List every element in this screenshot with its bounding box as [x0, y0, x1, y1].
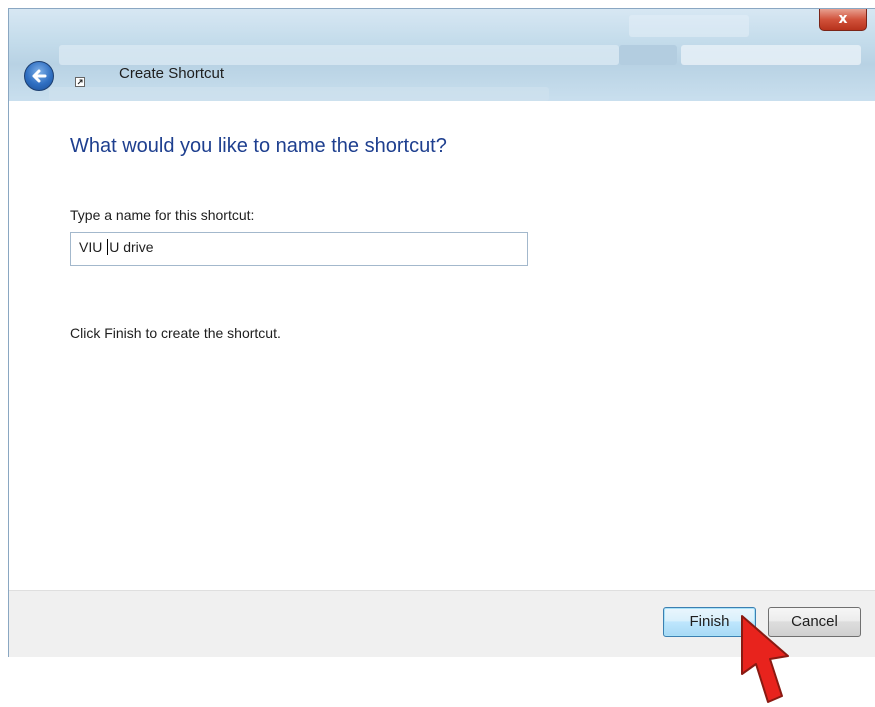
input-text-before-caret: VIU [79, 239, 107, 255]
wizard-content: What would you like to name the shortcut… [9, 101, 875, 590]
blurred-refresh-area [619, 45, 677, 65]
close-icon: x [838, 11, 848, 27]
window-title: Create Shortcut [119, 65, 225, 82]
shortcut-name-label: Type a name for this shortcut: [70, 207, 255, 223]
blurred-glass-highlight [629, 15, 749, 37]
back-button[interactable] [24, 61, 54, 91]
shortcut-name-input[interactable]: VIU U drive [70, 232, 528, 266]
blurred-address-bar [59, 45, 619, 65]
close-button[interactable]: x [819, 9, 867, 31]
finish-instruction: Click Finish to create the shortcut. [70, 325, 281, 341]
input-text-after-caret: U drive [109, 239, 154, 255]
create-shortcut-dialog: x Create Shortcut What would you like to… [8, 8, 875, 657]
blurred-menu-bar [49, 87, 549, 101]
back-arrow-icon [32, 69, 47, 83]
title-bar: x Create Shortcut [9, 9, 875, 101]
blurred-search-box [681, 45, 861, 65]
red-pointer-arrow-icon [741, 615, 789, 703]
shortcut-icon [75, 77, 85, 87]
page-heading: What would you like to name the shortcut… [70, 135, 447, 157]
